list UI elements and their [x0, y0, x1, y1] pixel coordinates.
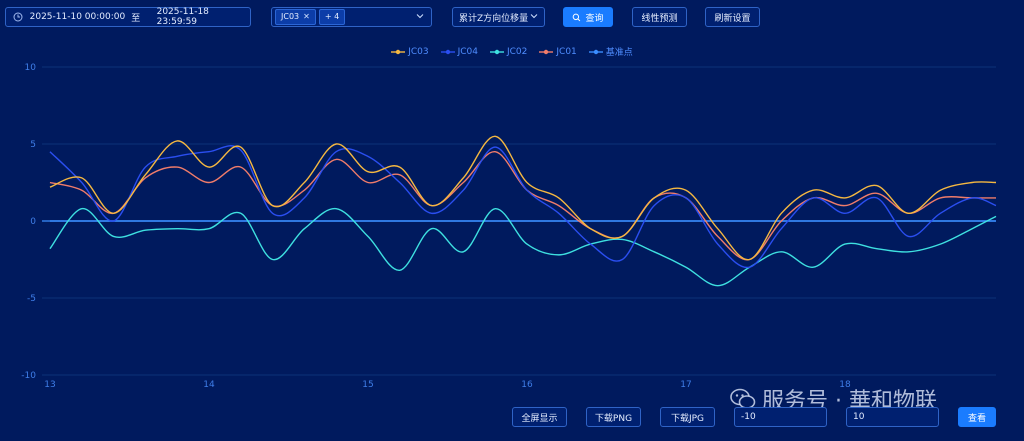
- legend-swatch-icon: [489, 49, 504, 54]
- legend-swatch-icon: [539, 49, 554, 54]
- y-tick-label: 0: [30, 217, 36, 227]
- chevron-down-icon[interactable]: [415, 11, 425, 24]
- close-icon[interactable]: ✕: [303, 10, 310, 24]
- fullscreen-button[interactable]: 全屏显示: [512, 407, 567, 427]
- y-tick-label: 5: [30, 140, 36, 150]
- series-line-JC02: [49, 207, 997, 287]
- more-points-tag: + 4: [318, 9, 346, 25]
- legend-swatch-icon: [588, 49, 603, 54]
- view-button[interactable]: 查看: [958, 407, 996, 427]
- legend-label: JC01: [556, 46, 577, 57]
- legend-label: JC04: [457, 46, 478, 57]
- date-end-input[interactable]: 2025-11-18 23:59:59: [157, 7, 250, 27]
- legend-label: JC03: [408, 46, 429, 57]
- date-start-input[interactable]: 2025-11-10 00:00:00: [30, 12, 132, 22]
- point-tag-label: JC03: [281, 12, 300, 21]
- clock-icon: [10, 9, 26, 25]
- x-tick-label: 15: [362, 380, 373, 390]
- y-axis: 10 5 0 -5 -10: [21, 63, 36, 381]
- series-line-JC04: [49, 145, 997, 269]
- linear-forecast-button[interactable]: 线性预测: [632, 7, 687, 27]
- y-tick-label: -5: [27, 294, 36, 304]
- x-tick-label: 17: [680, 380, 691, 390]
- y-max-input[interactable]: 10: [846, 407, 939, 427]
- download-png-button[interactable]: 下载PNG: [586, 407, 641, 427]
- displacement-line-chart: 1050-5-10 13 14 15 16 17 18: [21, 63, 997, 390]
- legend-label: JC02: [506, 46, 528, 57]
- point-tag-jc03: JC03 ✕: [275, 9, 316, 25]
- download-jpg-button[interactable]: 下载JPG: [660, 407, 715, 427]
- legend-swatch-icon: [391, 49, 406, 54]
- search-icon: [573, 13, 581, 21]
- y-tick-label: -10: [21, 371, 36, 381]
- x-tick-label: 14: [203, 380, 215, 390]
- x-tick-label: 16: [521, 380, 533, 390]
- metric-select-value: 累计Z方向位移量: [459, 13, 529, 24]
- query-button[interactable]: 查询: [563, 7, 613, 27]
- chart-series: [49, 135, 997, 287]
- y-min-input[interactable]: -10: [734, 407, 827, 427]
- chevron-down-icon: [529, 11, 539, 24]
- date-separator: 至: [131, 13, 141, 24]
- x-tick-label: 13: [44, 380, 55, 390]
- point-multi-select[interactable]: JC03 ✕ + 4: [271, 7, 432, 27]
- date-range-picker[interactable]: 2025-11-10 00:00:00 至 2025-11-18 23:59:5…: [5, 7, 251, 27]
- metric-select[interactable]: 累计Z方向位移量: [452, 7, 545, 27]
- refresh-settings-button[interactable]: 刷新设置: [705, 7, 760, 27]
- y-tick-label: 10: [25, 63, 37, 73]
- legend-swatch-icon: [440, 49, 455, 54]
- query-button-label: 查询: [585, 13, 604, 24]
